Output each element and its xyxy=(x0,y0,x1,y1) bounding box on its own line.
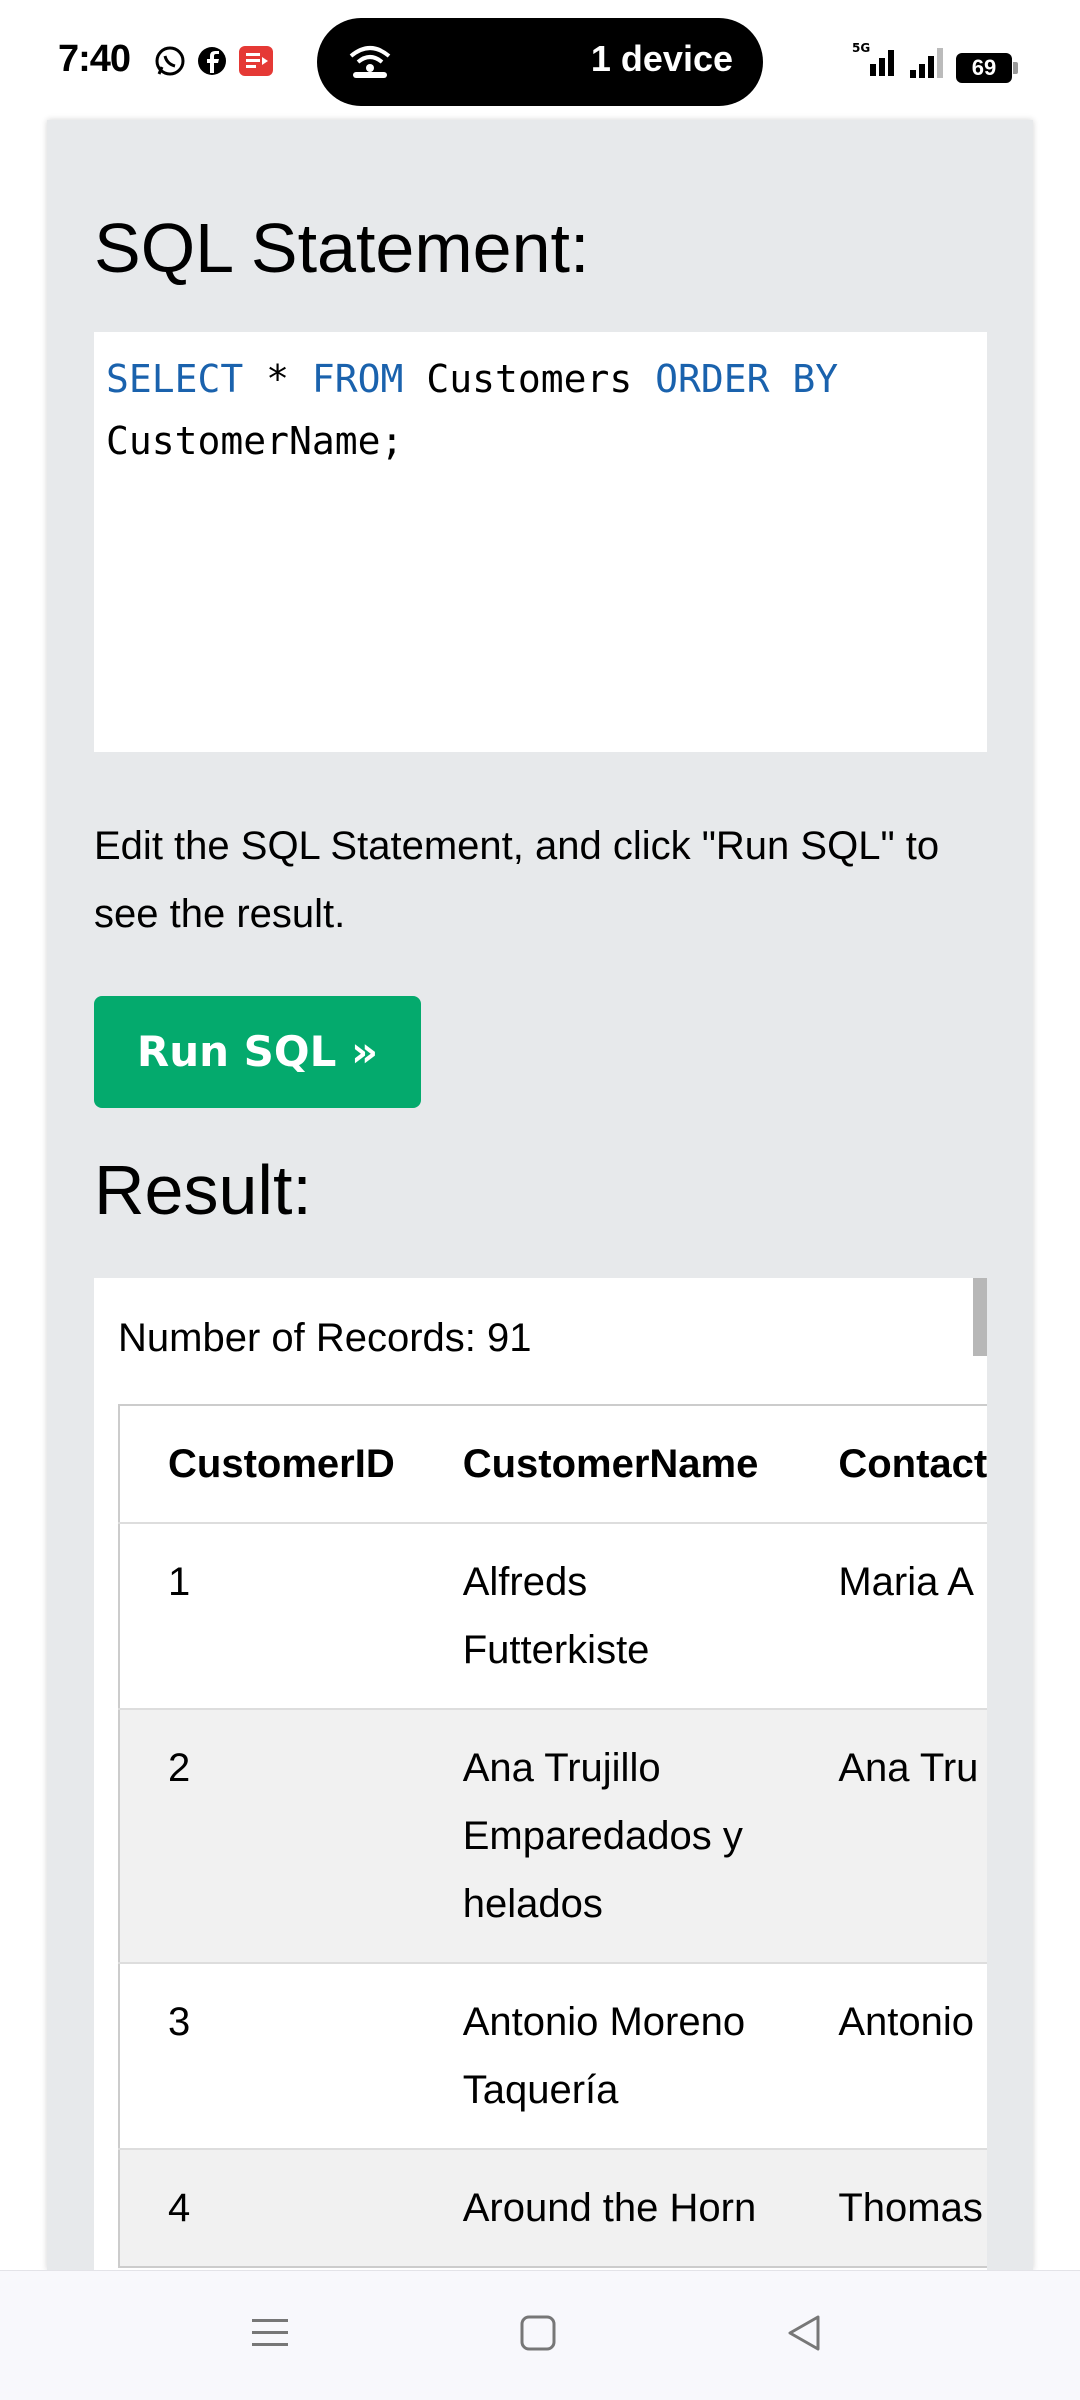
battery-icon: 69 xyxy=(956,53,1018,83)
run-sql-button[interactable]: Run SQL » xyxy=(94,996,421,1108)
notification-icons xyxy=(154,45,274,82)
whatsapp-icon xyxy=(154,45,186,82)
table-row: 2 Ana Trujillo Emparedados y helados Ana… xyxy=(119,1708,987,1963)
sql-token-table: Customers xyxy=(403,357,656,401)
instruction-text: Edit the SQL Statement, and click "Run S… xyxy=(94,824,940,936)
cell-customer-name: Antonio Moreno Taquería xyxy=(414,1962,791,2149)
home-icon[interactable] xyxy=(516,2311,560,2360)
cell-contact-name: Maria A xyxy=(790,1522,987,1709)
sql-keyword-order-by: ORDER BY xyxy=(655,357,839,401)
sql-token-star: * xyxy=(243,357,312,401)
status-bar: 7:40 1 device 5G 69 xyxy=(0,0,1080,120)
sql-editor[interactable]: SELECT * FROM Customers ORDER BY Custome… xyxy=(94,332,987,752)
sql-token-column: CustomerName; xyxy=(106,419,404,463)
cell-customer-name: Alfreds Futterkiste xyxy=(414,1522,791,1709)
cell-contact-name: Thomas xyxy=(790,2148,987,2267)
navigation-bar xyxy=(0,2270,1080,2400)
table-header-row: CustomerID CustomerName Contact xyxy=(119,1405,987,1523)
table-row: 3 Antonio Moreno Taquería Antonio xyxy=(119,1962,987,2149)
column-header-customerid: CustomerID xyxy=(168,1441,395,1486)
back-icon[interactable] xyxy=(782,2311,826,2360)
table-row: 4 Around the Horn Thomas xyxy=(119,2148,987,2267)
svg-text:5G: 5G xyxy=(852,41,870,55)
dynamic-island[interactable]: 1 device xyxy=(317,18,763,106)
try-it-panel: SQL Statement: SELECT * FROM Customers O… xyxy=(47,120,1033,2278)
column-header-contact: Contact xyxy=(838,1441,987,1486)
result-container[interactable]: Number of Records: 91 CustomerID Custome… xyxy=(94,1278,987,2278)
table-row: 1 Alfreds Futterkiste Maria A xyxy=(119,1522,987,1709)
island-device-count: 1 device xyxy=(590,38,733,79)
sql-keyword-select: SELECT xyxy=(106,357,244,401)
cell-customer-id: 2 xyxy=(119,1708,415,1963)
result-table: CustomerID CustomerName Contact 1 Alfred… xyxy=(118,1404,987,2268)
menu-icon[interactable] xyxy=(248,2311,292,2360)
red-app-icon xyxy=(238,45,274,82)
cell-customer-id: 1 xyxy=(119,1522,415,1709)
sql-keyword-from: FROM xyxy=(311,357,404,401)
result-scrollbar[interactable] xyxy=(973,1278,987,1356)
signal-icon xyxy=(908,44,948,83)
cell-contact-name: Antonio xyxy=(790,1962,987,2149)
cell-customer-id: 4 xyxy=(119,2148,415,2267)
sql-statement-heading: SQL Statement: xyxy=(94,209,590,287)
cell-customer-name: Ana Trujillo Emparedados y helados xyxy=(414,1708,791,1963)
result-heading: Result: xyxy=(94,1151,312,1229)
cell-customer-name: Around the Horn xyxy=(414,2148,791,2267)
record-count: Number of Records: 91 xyxy=(118,1316,532,1360)
hotspot-icon xyxy=(347,40,393,85)
cell-customer-id: 3 xyxy=(119,1962,415,2149)
cell-contact-name: Ana Tru xyxy=(790,1708,987,1963)
facebook-icon xyxy=(196,45,228,82)
column-header-customername: CustomerName xyxy=(462,1441,759,1486)
signal-5g-icon: 5G xyxy=(848,40,900,83)
status-indicators: 5G 69 xyxy=(848,40,1018,83)
status-time: 7:40 xyxy=(58,38,131,80)
